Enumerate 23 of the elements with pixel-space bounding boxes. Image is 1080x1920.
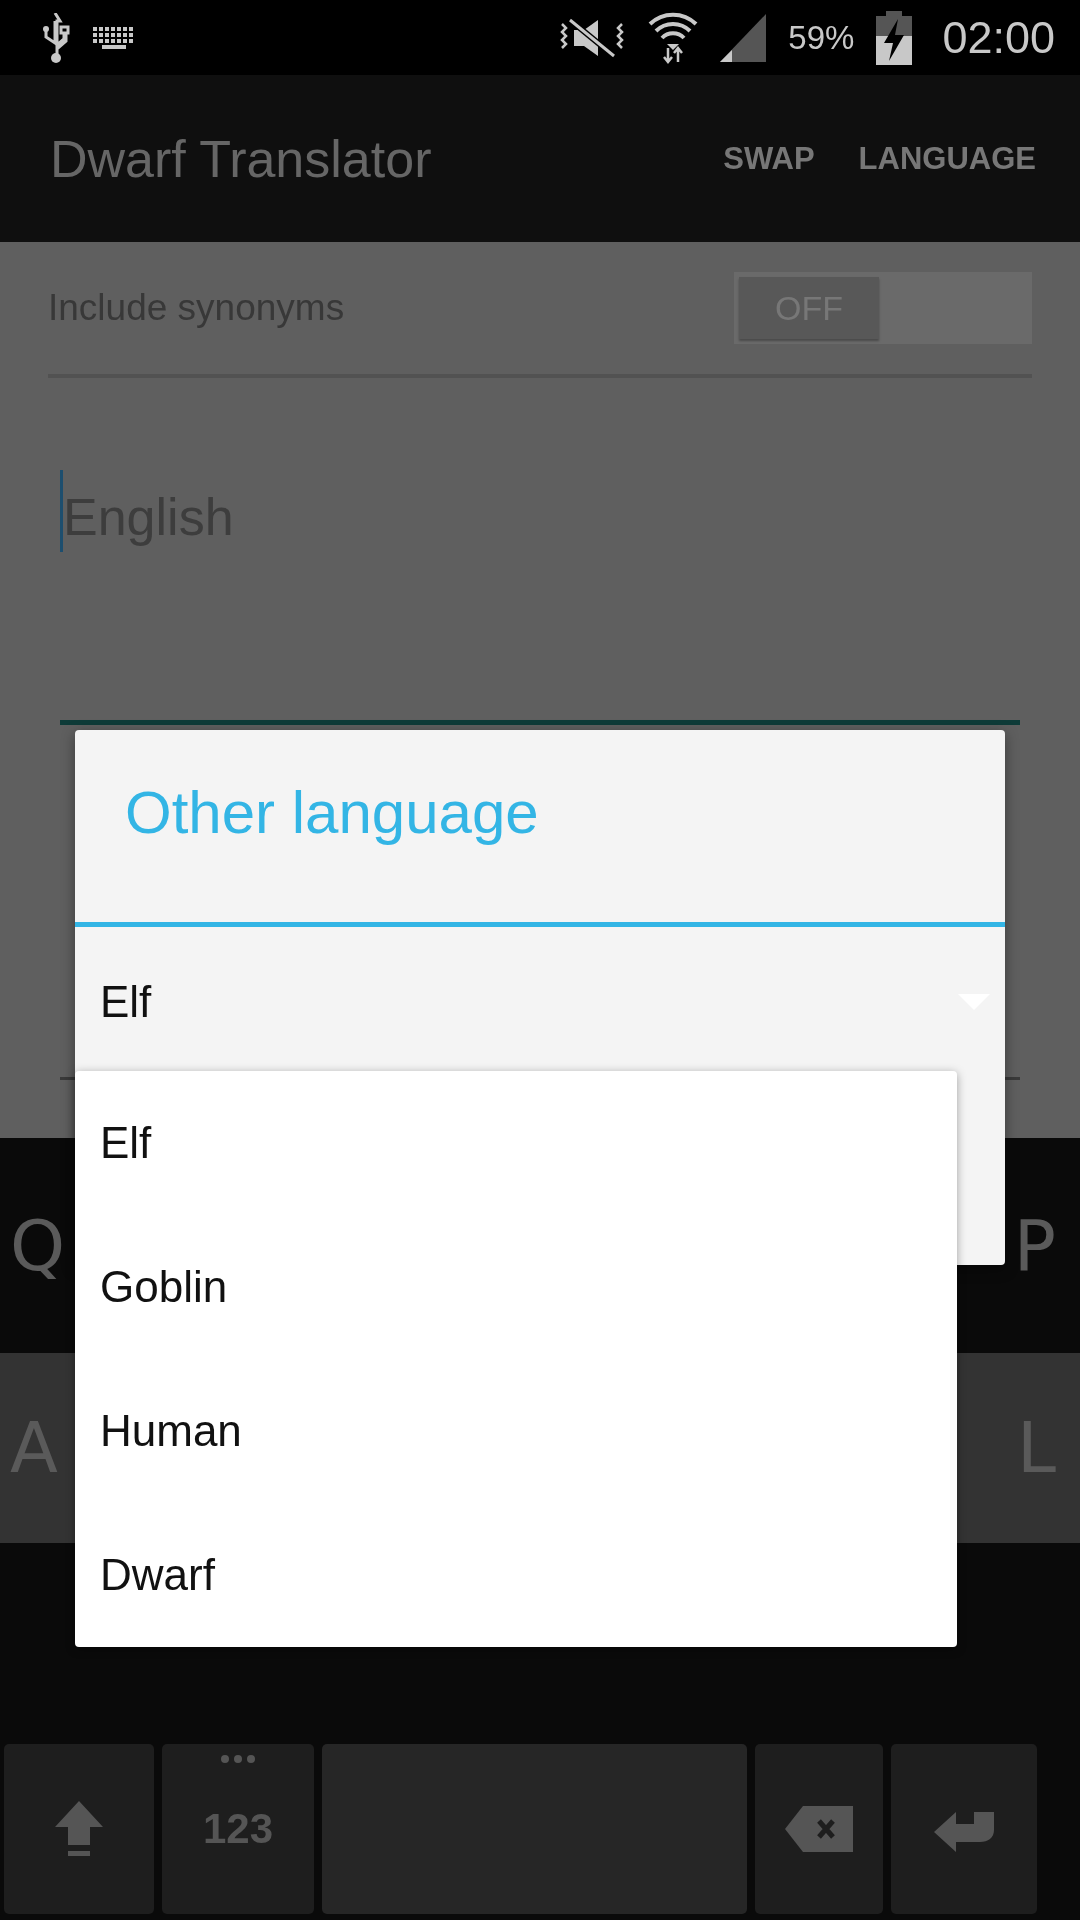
battery-percent: 59%	[788, 18, 855, 57]
wifi-icon	[648, 11, 699, 64]
keyboard-icon	[92, 26, 136, 49]
key-letter[interactable]: P	[1013, 1204, 1056, 1287]
dropdown-option[interactable]: Dwarf	[75, 1503, 957, 1647]
shift-key[interactable]	[4, 1744, 154, 1914]
enter-key[interactable]	[891, 1744, 1037, 1914]
backspace-icon	[785, 1806, 853, 1852]
more-dots-icon	[220, 1754, 256, 1764]
dialog-title: Other language	[124, 778, 540, 848]
app-title: Dwarf Translator	[50, 128, 433, 189]
signal-icon	[720, 13, 767, 62]
usb-icon	[40, 12, 70, 63]
shift-icon	[55, 1801, 103, 1857]
action-button[interactable]: LANGUAGE	[836, 130, 1058, 187]
action-button[interactable]: SWAP	[701, 130, 837, 187]
dropdown-option[interactable]: Elf	[75, 1071, 957, 1215]
dropdown-option[interactable]: Goblin	[75, 1215, 957, 1359]
backspace-key[interactable]	[755, 1744, 883, 1914]
clock-time: 02:00	[942, 11, 1055, 64]
key-letter[interactable]: Q	[10, 1204, 66, 1287]
dropdown-option[interactable]: Human	[75, 1359, 957, 1503]
battery-charging-icon	[876, 10, 913, 65]
